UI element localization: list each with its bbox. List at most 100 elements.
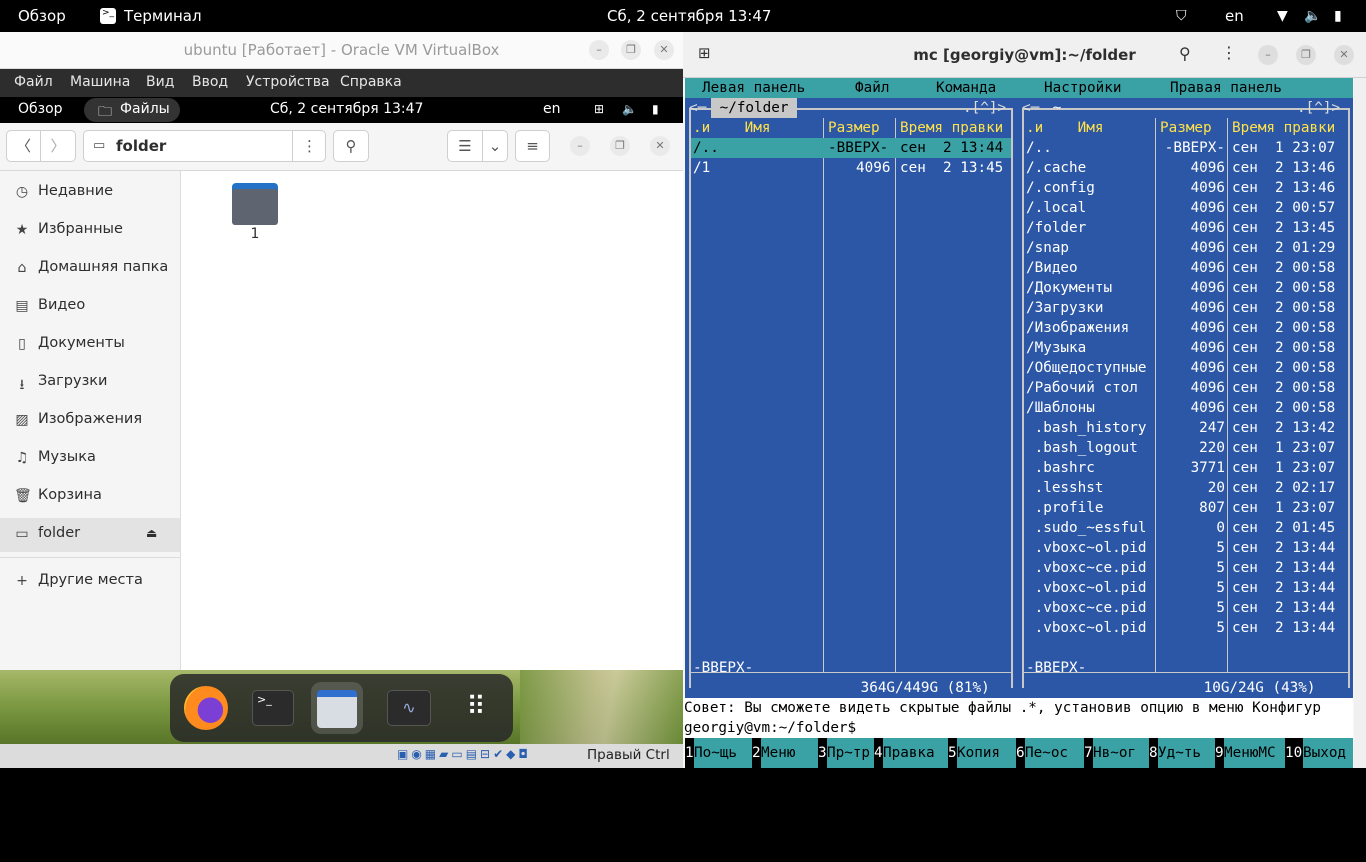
right-row-name[interactable]: .vboxc~ce.pid <box>1026 558 1147 578</box>
language-indicator[interactable]: en <box>1225 7 1244 25</box>
right-panel-hotlist[interactable]: .[^]> <box>1297 98 1340 118</box>
network-icon[interactable]: ⊞ <box>594 102 604 116</box>
active-app-name[interactable]: Терминал <box>124 7 202 25</box>
fkey-3[interactable]: 3 Пр~тр <box>818 738 874 768</box>
right-row-name[interactable]: .bash_logout <box>1026 438 1138 458</box>
sidebar-item-recent[interactable]: ◷ Недавние <box>0 176 180 210</box>
right-row-name[interactable]: /Общедоступные <box>1026 358 1147 378</box>
sidebar-item-other-locations[interactable]: + Другие места <box>0 565 180 599</box>
right-row-name[interactable]: .vboxc~ol.pid <box>1026 618 1147 638</box>
left-row-name[interactable]: /1 <box>693 158 710 178</box>
sidebar-item-videos[interactable]: ▤ Видео <box>0 290 180 324</box>
sidebar-item-pictures[interactable]: ▨ Изображения <box>0 404 180 438</box>
right-row-name[interactable]: .vboxc~ce.pid <box>1026 598 1147 618</box>
guest-clock[interactable]: Сб, 2 сентября 13:47 <box>270 101 423 117</box>
sidebar-item-documents[interactable]: ▯ Документы <box>0 328 180 362</box>
right-row-name[interactable]: /Загрузки <box>1026 298 1103 318</box>
terminal-icon[interactable]: >_ <box>247 682 299 734</box>
files-minimize-button[interactable]: – <box>570 136 590 156</box>
left-panel-hotlist[interactable]: .[^]> <box>963 98 1006 118</box>
maximize-button[interactable]: ❐ <box>621 40 641 60</box>
menu-icon[interactable]: ⋮ <box>1221 43 1237 62</box>
location-bar[interactable]: ▭ folder ⋮ <box>83 130 326 162</box>
volume-icon[interactable]: 🔈 <box>1304 8 1321 24</box>
virtualbox-titlebar[interactable]: ubuntu [Работает] - Oracle VM VirtualBox… <box>0 32 683 69</box>
back-button[interactable]: 〈 <box>6 130 41 162</box>
terminal-maximize-button[interactable]: ❐ <box>1296 45 1316 65</box>
clock[interactable]: Сб, 2 сентября 13:47 <box>607 7 771 25</box>
right-row-name[interactable]: /folder <box>1026 218 1086 238</box>
firefox-icon[interactable] <box>180 682 232 734</box>
shield-icon[interactable]: ⛉ <box>1176 8 1187 24</box>
right-row-name[interactable]: /.config <box>1026 178 1095 198</box>
menu-file[interactable]: Файл <box>14 74 53 90</box>
right-row-name[interactable]: .bash_history <box>1026 418 1147 438</box>
menu-input[interactable]: Ввод <box>192 74 228 90</box>
mc-menu-left-panel[interactable]: Левая панель <box>702 78 805 98</box>
folder-item[interactable]: 1 <box>231 181 279 245</box>
fkey-6[interactable]: 6 Пе~ос <box>1016 738 1084 768</box>
battery-icon[interactable]: ▮ <box>1334 8 1342 24</box>
left-row-name[interactable]: /.. <box>693 138 719 158</box>
terminal-headerbar[interactable]: ⊞ mc [georgiy@vm]:~/folder ⚲ ⋮ – ❐ ✕ <box>683 32 1366 78</box>
guest-language-indicator[interactable]: en <box>543 101 561 117</box>
sidebar-item-starred[interactable]: ★ Избранные <box>0 214 180 248</box>
files-icon[interactable] <box>311 682 363 750</box>
terminal-scrollbar[interactable] <box>1354 78 1366 768</box>
fkey-9[interactable]: 9 МенюMC <box>1215 738 1285 768</box>
terminal-close-button[interactable]: ✕ <box>1334 45 1354 65</box>
right-row-name[interactable]: /snap <box>1026 238 1069 258</box>
right-row-name[interactable]: /Документы <box>1026 278 1112 298</box>
right-panel-path[interactable]: ~ <box>1044 98 1070 118</box>
battery-icon[interactable]: ▮ <box>652 102 659 116</box>
sidebar-item-music[interactable]: ♫ Музыка <box>0 442 180 476</box>
fkey-8[interactable]: 8 Уд~ть <box>1149 738 1215 768</box>
mc-menu-command[interactable]: Команда <box>936 78 996 98</box>
wifi-icon[interactable]: ▼ <box>1277 8 1288 24</box>
right-row-name[interactable]: /Рабочий стол <box>1026 378 1138 398</box>
mc-menu-options[interactable]: Настройки <box>1044 78 1121 98</box>
list-view-button[interactable]: ☰ <box>447 130 483 162</box>
menu-help[interactable]: Справка <box>340 74 402 90</box>
volume-icon[interactable]: 🔈 <box>622 102 637 116</box>
sidebar-item-downloads[interactable]: ⭳ Загрузки <box>0 366 180 400</box>
forward-button[interactable]: 〉 <box>40 130 76 162</box>
right-row-name[interactable]: /.. <box>1026 138 1052 158</box>
terminal-minimize-button[interactable]: – <box>1258 45 1278 65</box>
eject-icon[interactable]: ⏏ <box>146 526 157 540</box>
right-row-name[interactable]: /.local <box>1026 198 1086 218</box>
close-button[interactable]: ✕ <box>654 40 674 60</box>
vbox-status-icons[interactable]: ▣◉▦▰▭▤⊟✔◆◘ <box>397 747 531 761</box>
menu-view[interactable]: Вид <box>146 74 174 90</box>
sidebar-item-folder[interactable]: ▭ folder ⏏ <box>0 518 180 552</box>
right-row-name[interactable]: /Музыка <box>1026 338 1086 358</box>
minimize-button[interactable]: – <box>589 40 609 60</box>
right-row-name[interactable]: .profile <box>1026 498 1104 518</box>
right-row-name[interactable]: /Изображения <box>1026 318 1129 338</box>
left-panel-path[interactable]: ~/folder <box>711 98 798 118</box>
system-monitor-icon[interactable]: ∿ <box>383 682 435 734</box>
menu-machine[interactable]: Машина <box>70 74 130 90</box>
right-row-name[interactable]: .vboxc~ol.pid <box>1026 538 1147 558</box>
right-row-name[interactable]: /Видео <box>1026 258 1078 278</box>
files-close-button[interactable]: ✕ <box>650 136 670 156</box>
right-row-name[interactable]: .bashrc <box>1026 458 1095 478</box>
fkey-1[interactable]: 1 По~щь <box>685 738 752 768</box>
guest-activities-button[interactable]: Обзор <box>18 101 63 117</box>
fkey-2[interactable]: 2 Меню <box>752 738 818 768</box>
right-row-name[interactable]: .sudo_~essful <box>1026 518 1147 538</box>
search-icon[interactable]: ⚲ <box>1179 44 1191 63</box>
mc-menu-right-panel[interactable]: Правая панель <box>1170 78 1282 98</box>
right-row-name[interactable]: .lesshst <box>1026 478 1104 498</box>
search-button[interactable]: ⚲ <box>333 130 369 162</box>
view-options-button[interactable]: ⌄ <box>482 130 508 162</box>
app-grid-icon[interactable]: ⠿ <box>450 682 502 734</box>
fkey-5[interactable]: 5 Копия <box>948 738 1016 768</box>
fkey-10[interactable]: 10 Выход <box>1285 738 1353 768</box>
right-row-name[interactable]: /.cache <box>1026 158 1086 178</box>
command-prompt[interactable]: georgiy@vm:~/folder$ <box>684 718 856 738</box>
mc-menu-file[interactable]: Файл <box>855 78 889 98</box>
right-row-name[interactable]: /Шаблоны <box>1026 398 1095 418</box>
fkey-4[interactable]: 4 Правка <box>874 738 948 768</box>
files-maximize-button[interactable]: ❐ <box>610 136 630 156</box>
